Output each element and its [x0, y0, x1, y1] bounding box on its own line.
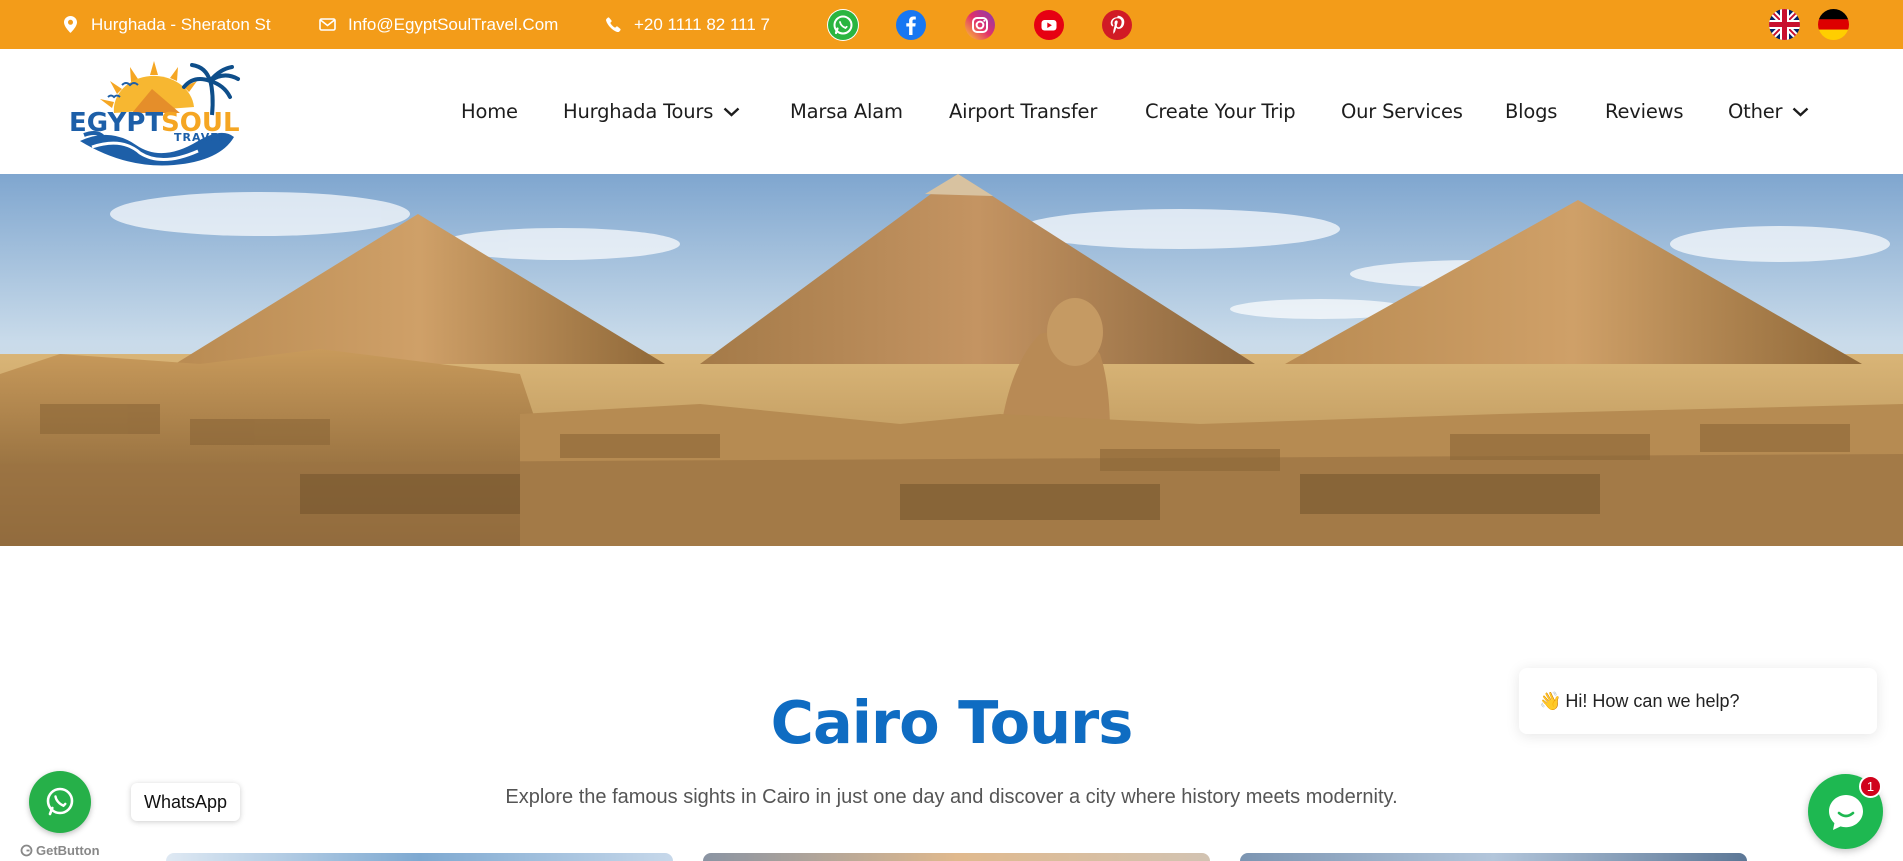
address-item[interactable]: Hurghada - Sheraton St — [61, 0, 271, 49]
pinterest-icon[interactable] — [1101, 9, 1133, 41]
chat-notification-badge: 1 — [1859, 775, 1882, 798]
chevron-down-icon — [723, 107, 740, 117]
email-item[interactable]: Info@EgyptSoulTravel.Com — [318, 0, 558, 49]
address-text: Hurghada - Sheraton St — [91, 14, 271, 34]
nav-other[interactable]: Other — [1728, 49, 1809, 174]
nav-hurghada-tours[interactable]: Hurghada Tours — [563, 49, 740, 174]
waving-hand-icon: 👋 — [1539, 690, 1562, 711]
english-flag-icon[interactable] — [1769, 9, 1800, 40]
chevron-down-icon — [1793, 107, 1809, 117]
nav-airport-transfer-label: Airport Transfer — [949, 100, 1098, 123]
top-info-bar: Hurghada - Sheraton St Info@EgyptSoulTra… — [0, 0, 1903, 49]
facebook-icon[interactable] — [895, 9, 927, 41]
chat-greeting-text: Hi! How can we help? — [1565, 690, 1740, 711]
section-subtitle: Explore the famous sights in Cairo in ju… — [505, 786, 1398, 808]
chat-greeting-bubble[interactable]: 👋 Hi! How can we help? — [1519, 668, 1877, 734]
getbutton-credit[interactable]: GetButton — [20, 843, 100, 858]
phone-item[interactable]: +20 1111 82 111 7 — [604, 0, 770, 49]
egypt-soul-travel-logo[interactable]: EGYPT SOUL TRAVEL — [62, 55, 247, 167]
email-text: Info@EgyptSoulTravel.Com — [348, 14, 559, 34]
phone-icon — [604, 16, 622, 34]
nav-hurghada-tours-label: Hurghada Tours — [563, 100, 714, 123]
nav-marsa-alam-label: Marsa Alam — [790, 100, 903, 123]
phone-text: +20 1111 82 111 7 — [634, 14, 770, 34]
nav-other-label: Other — [1728, 100, 1783, 123]
nav-blogs[interactable]: Blogs — [1505, 49, 1557, 174]
whatsapp-float-button[interactable] — [29, 771, 91, 833]
nav-create-your-trip-label: Create Your Trip — [1145, 100, 1296, 123]
chat-icon — [1828, 794, 1863, 830]
instagram-icon[interactable] — [964, 9, 996, 41]
nav-our-services[interactable]: Our Services — [1341, 49, 1463, 174]
nav-marsa-alam[interactable]: Marsa Alam — [790, 49, 903, 174]
hero-banner-image — [0, 174, 1903, 546]
nav-our-services-label: Our Services — [1341, 100, 1463, 123]
tour-card[interactable] — [166, 853, 673, 861]
nav-blogs-label: Blogs — [1505, 100, 1558, 123]
tour-card[interactable] — [703, 853, 1210, 861]
logo-text-egypt: EGYPT — [69, 108, 163, 138]
whatsapp-label[interactable]: WhatsApp — [131, 783, 241, 821]
nav-reviews[interactable]: Reviews — [1605, 49, 1684, 174]
nav-create-your-trip[interactable]: Create Your Trip — [1145, 49, 1296, 174]
nav-reviews-label: Reviews — [1605, 100, 1684, 123]
pyramids-sphinx-photo — [0, 174, 1903, 546]
whatsapp-icon[interactable] — [827, 9, 859, 41]
german-flag-icon[interactable] — [1818, 9, 1849, 40]
nav-home[interactable]: Home — [461, 49, 518, 174]
youtube-icon[interactable] — [1033, 9, 1065, 41]
tour-card[interactable] — [1240, 853, 1747, 861]
nav-airport-transfer[interactable]: Airport Transfer — [949, 49, 1097, 174]
location-pin-icon — [61, 16, 79, 34]
envelope-icon — [318, 16, 336, 34]
logo-text-travel: TRAVEL — [174, 131, 227, 144]
nav-home-label: Home — [461, 100, 518, 123]
whatsapp-icon — [46, 787, 74, 816]
getbutton-text: GetButton — [36, 843, 100, 858]
getbutton-icon — [20, 844, 33, 857]
